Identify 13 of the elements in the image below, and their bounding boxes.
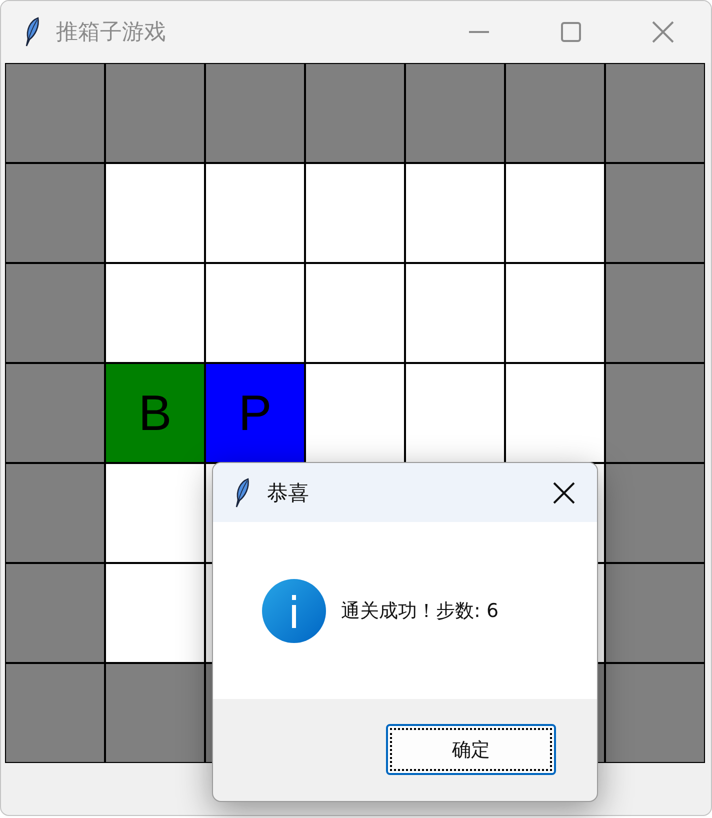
maximize-icon [561,22,581,42]
ok-button[interactable]: 确定 [386,724,556,775]
feather-icon [234,478,250,508]
close-icon [652,21,674,43]
feather-icon [24,17,40,47]
minimize-icon [469,31,489,33]
dialog-title: 恭喜 [267,480,309,506]
info-icon [262,578,326,642]
tile-letter: P [238,388,272,438]
close-icon [553,482,575,504]
dialog-message: 通关成功！步数: 6 [341,598,499,624]
tile-letter: B [138,388,172,438]
window-title: 推箱子游戏 [56,19,166,47]
